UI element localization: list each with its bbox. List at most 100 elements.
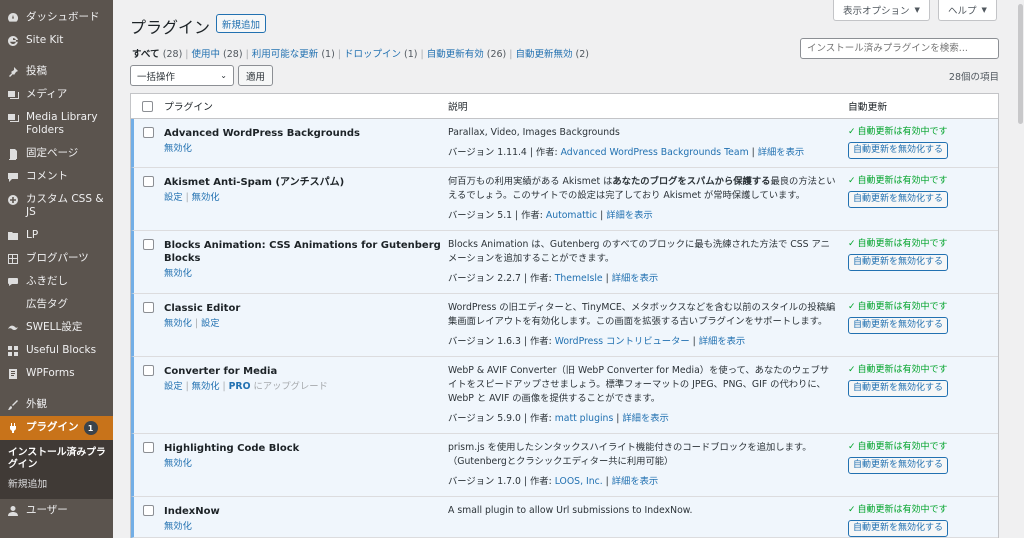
plugin-description: 何百万もの利用実績がある Akismet はあなたのブログをスパムから保護する最… xyxy=(448,175,836,203)
sidebar-item-folder[interactable]: LP xyxy=(0,224,113,247)
row-action-link[interactable]: 無効化 xyxy=(164,458,192,469)
sidebar-item-swell[interactable]: SWELL設定 xyxy=(0,316,113,339)
page-scrollbar[interactable] xyxy=(1016,0,1024,538)
plugins-table: プラグイン 説明 自動更新 Advanced WordPress Backgro… xyxy=(130,93,999,538)
sidebar-item-pin[interactable]: 投稿 xyxy=(0,60,113,83)
row-action-link[interactable]: 無効化 xyxy=(164,318,192,329)
row-action-link[interactable]: 無効化 xyxy=(164,521,192,532)
row-action-link[interactable]: 設定 xyxy=(164,381,183,392)
sidebar-item-blocks[interactable]: Useful Blocks xyxy=(0,339,113,362)
filter-link[interactable]: ドロップイン (1) xyxy=(344,49,418,60)
disable-auto-update-button[interactable]: 自動更新を無効化する xyxy=(848,142,949,159)
view-details-link[interactable]: 詳細を表示 xyxy=(606,210,653,221)
auto-update-status-text: 自動更新は有効中です xyxy=(857,302,948,312)
sidebar-item-ad-tag[interactable]: 広告タグ xyxy=(0,293,113,316)
disable-auto-update-button[interactable]: 自動更新を無効化する xyxy=(848,457,949,474)
sidebar-item-page[interactable]: 固定ページ xyxy=(0,142,113,165)
sidebar-item-brush[interactable]: 外観 xyxy=(0,393,113,416)
plugin-checkbox[interactable] xyxy=(143,239,154,250)
disable-auto-update-button[interactable]: 自動更新を無効化する xyxy=(848,380,949,397)
sidebar-item-plus-circle[interactable]: カスタム CSS & JS xyxy=(0,188,113,224)
view-details-link[interactable]: 詳細を表示 xyxy=(758,147,805,158)
view-details-link[interactable]: 詳細を表示 xyxy=(612,273,659,284)
filter-link[interactable]: 自動更新無効 (2) xyxy=(515,49,589,60)
sidebar-item-media[interactable]: メディア xyxy=(0,83,113,106)
filter-link[interactable]: 自動更新有効 (26) xyxy=(427,49,507,60)
sidebar-item-label: カスタム CSS & JS xyxy=(26,193,104,218)
row-action-link[interactable]: PRO xyxy=(229,381,251,392)
dashboard-icon xyxy=(6,11,20,24)
author-link[interactable]: Advanced WordPress Backgrounds Team xyxy=(561,147,749,158)
row-action-link[interactable]: 無効化 xyxy=(192,381,220,392)
filter-label: ドロップイン xyxy=(343,49,401,60)
plugin-description: WebP & AVIF Converter（旧 WebP Converter f… xyxy=(448,364,836,406)
sidebar-item-media[interactable]: Media Library Folders xyxy=(0,106,113,142)
apply-button[interactable]: 適用 xyxy=(238,65,274,86)
sidebar-item-comment[interactable]: コメント xyxy=(0,165,113,188)
sidebar-item-user[interactable]: ユーザー xyxy=(0,499,113,522)
filter-link[interactable]: すべて (28) xyxy=(132,49,182,60)
plugin-checkbox[interactable] xyxy=(143,302,154,313)
row-select-cell xyxy=(134,497,161,537)
view-details-link[interactable]: 詳細を表示 xyxy=(622,413,669,424)
checkmark-icon: ✓ xyxy=(848,302,856,312)
plugin-checkbox[interactable] xyxy=(143,127,154,138)
sidebar-item-label: SWELL設定 xyxy=(26,321,83,333)
help-button[interactable]: ヘルプ ▼ xyxy=(938,0,997,21)
user-icon xyxy=(6,504,20,517)
author-link[interactable]: ThemeIsle xyxy=(555,273,603,284)
row-action-link[interactable]: 設定 xyxy=(201,318,220,329)
sidebar-item-speech-bubble[interactable]: ふきだし xyxy=(0,270,113,293)
disable-auto-update-button[interactable]: 自動更新を無効化する xyxy=(848,520,949,537)
view-details-link[interactable]: 詳細を表示 xyxy=(699,336,746,347)
folder-icon xyxy=(6,229,20,242)
sidebar-item-google-g[interactable]: Site Kit xyxy=(0,29,113,52)
plugin-search-input[interactable] xyxy=(800,38,999,59)
filter-count: (1) xyxy=(321,49,335,60)
sidebar-item-dashboard[interactable]: ダッシュボード xyxy=(0,6,113,29)
filter-label: 使用中 xyxy=(191,49,221,60)
sidebar-item-form[interactable]: WPForms xyxy=(0,362,113,385)
sidebar-item-label: 広告タグ xyxy=(26,298,68,310)
plugin-checkbox[interactable] xyxy=(143,442,154,453)
scrollbar-thumb[interactable] xyxy=(1018,4,1023,124)
page-icon xyxy=(6,147,20,160)
author-link[interactable]: LOOS, Inc. xyxy=(555,476,603,487)
version-number: 5.1 xyxy=(497,210,513,221)
bulk-actions-select[interactable]: 一括操作 ⌄ xyxy=(130,65,234,86)
disable-auto-update-button[interactable]: 自動更新を無効化する xyxy=(848,191,949,208)
plugin-description-cell: WebP & AVIF Converter（旧 WebP Converter f… xyxy=(448,357,848,433)
filter-link[interactable]: 利用可能な更新 (1) xyxy=(252,49,335,60)
sidebar-item-plugin[interactable]: プラグイン 1 xyxy=(0,416,113,440)
plugin-checkbox[interactable] xyxy=(143,505,154,516)
sidebar-item-grid[interactable]: ブログパーツ xyxy=(0,247,113,270)
author-link[interactable]: matt plugins xyxy=(555,413,614,424)
row-action-link[interactable]: 無効化 xyxy=(164,268,192,279)
plugin-name-cell: IndexNow 無効化 xyxy=(161,497,448,537)
screen-options-button[interactable]: 表示オプション ▼ xyxy=(833,0,930,21)
plugin-description-cell: Parallax, Video, Images Backgrounds バージョン… xyxy=(448,119,848,167)
disable-auto-update-button[interactable]: 自動更新を無効化する xyxy=(848,254,949,271)
author-link[interactable]: Automattic xyxy=(546,210,597,221)
author-link[interactable]: WordPress コントリビューター xyxy=(555,336,690,347)
row-action-link[interactable]: 無効化 xyxy=(164,143,192,154)
filter-link[interactable]: 使用中 (28) xyxy=(192,49,243,60)
plugin-checkbox[interactable] xyxy=(143,176,154,187)
plugin-description: prism.js を使用したシンタックスハイライト機能付きのコードブロックを追加… xyxy=(448,441,836,469)
plugin-title: Blocks Animation: CSS Animations for Gut… xyxy=(164,240,441,264)
checkmark-icon: ✓ xyxy=(848,176,856,186)
select-all-checkbox[interactable] xyxy=(141,100,153,112)
row-action-link[interactable]: 設定 xyxy=(164,192,183,203)
auto-update-status: ✓ 自動更新は有効中です xyxy=(848,301,998,313)
plus-circle-icon xyxy=(6,193,20,206)
view-details-link[interactable]: 詳細を表示 xyxy=(612,476,659,487)
author-prefix: 作者: xyxy=(529,476,552,487)
add-new-plugin-button[interactable]: 新規追加 xyxy=(216,14,267,33)
description-text: あなたのブログをスパムから保護する xyxy=(612,176,771,187)
plugin-checkbox[interactable] xyxy=(143,365,154,376)
plugin-description-cell: Blocks Animation は、Gutenberg のすべてのブロックに最… xyxy=(448,231,848,293)
disable-auto-update-button[interactable]: 自動更新を無効化する xyxy=(848,317,949,334)
submenu-installed-plugins[interactable]: インストール済みプラグイン xyxy=(0,443,113,475)
row-action-link[interactable]: 無効化 xyxy=(192,192,220,203)
submenu-add-new[interactable]: 新規追加 xyxy=(0,475,113,495)
